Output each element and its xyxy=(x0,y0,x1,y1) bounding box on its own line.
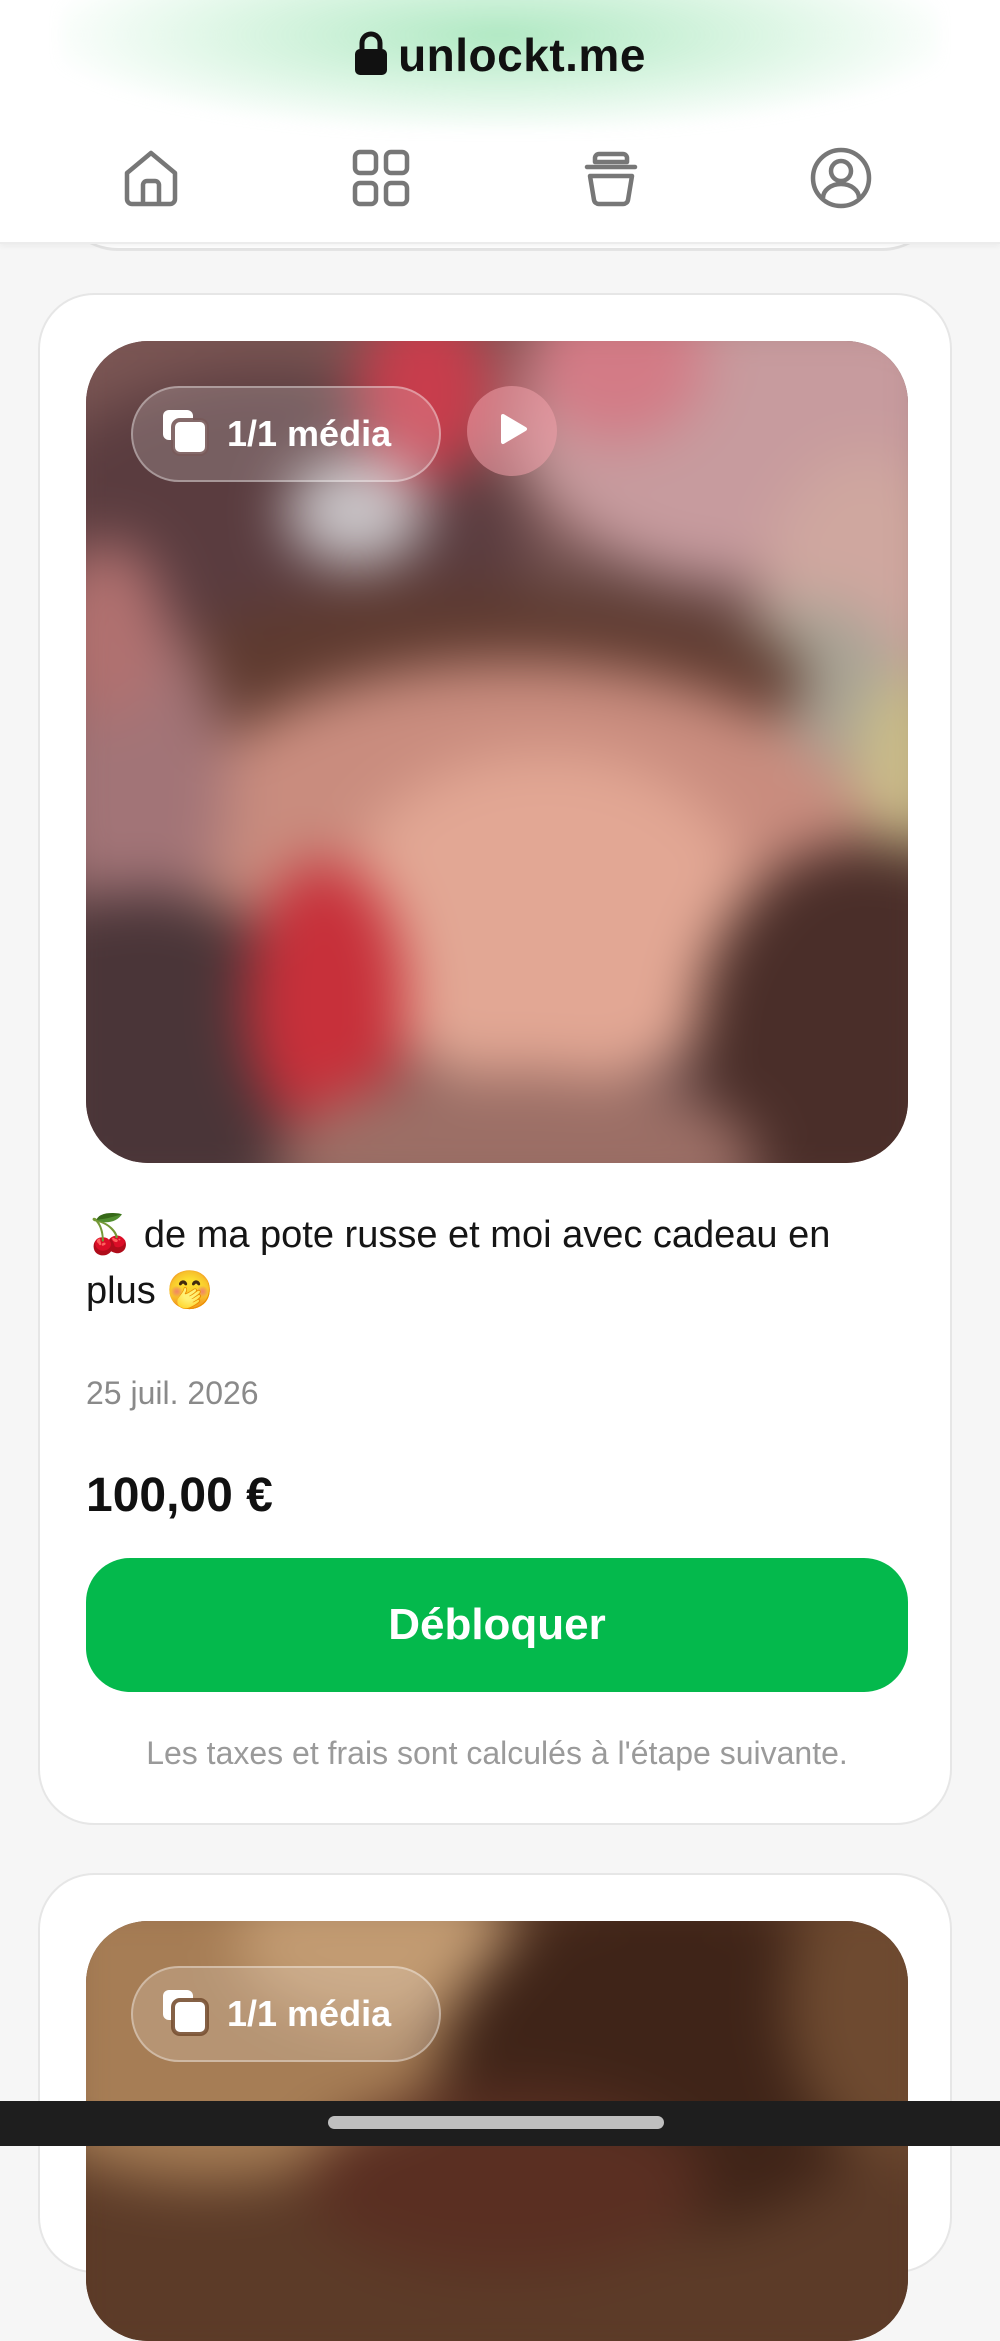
media-count-pill[interactable]: 1/1 média xyxy=(131,386,441,482)
system-navigation-bar xyxy=(0,2101,1000,2146)
media-count-pill[interactable]: 1/1 média xyxy=(131,1966,441,2062)
gallery-icon xyxy=(161,408,209,461)
user-circle-icon xyxy=(809,146,873,215)
post-card: 1/1 média xyxy=(38,1873,952,2341)
media-count-label: 1/1 média xyxy=(227,1993,392,2034)
unlock-button[interactable]: Débloquer xyxy=(86,1558,908,1692)
main-nav xyxy=(0,140,1000,220)
brand-name: unlockt.me xyxy=(398,29,646,81)
top-header: unlockt.me xyxy=(0,0,1000,244)
play-button[interactable] xyxy=(467,386,557,476)
post-price: 100,00 € xyxy=(86,1469,273,1522)
nav-cup[interactable] xyxy=(571,140,651,220)
media-count-label: 1/1 média xyxy=(227,413,392,454)
post-card: 1/1 média 🍒 de ma pote russe et moi avec… xyxy=(38,293,952,1825)
post-media-preview[interactable]: 1/1 média xyxy=(86,341,908,1163)
nav-grid[interactable] xyxy=(341,140,421,220)
home-icon xyxy=(121,147,181,214)
gallery-icon xyxy=(161,1988,209,2041)
lock-icon xyxy=(354,30,388,81)
cup-icon xyxy=(581,148,641,213)
home-indicator[interactable] xyxy=(328,2116,664,2129)
grid-icon xyxy=(352,149,410,212)
nav-profile[interactable] xyxy=(801,140,881,220)
post-caption: 🍒 de ma pote russe et moi avec cadeau en… xyxy=(86,1214,831,1312)
brand[interactable]: unlockt.me xyxy=(0,20,1000,90)
play-icon xyxy=(494,411,530,452)
nav-home[interactable] xyxy=(111,140,191,220)
tax-note: Les taxes et frais sont calculés à l'éta… xyxy=(146,1735,848,1771)
post-date: 25 juil. 2026 xyxy=(86,1375,259,1411)
